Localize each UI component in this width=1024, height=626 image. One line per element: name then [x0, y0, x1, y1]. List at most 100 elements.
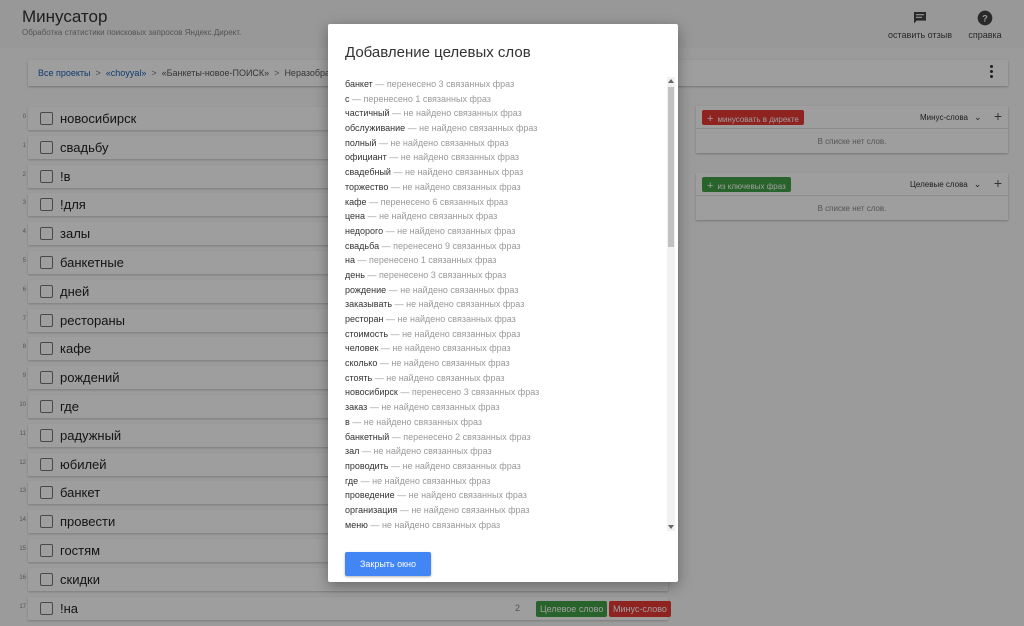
result-word: зал — [345, 446, 360, 457]
result-line: в — не найдено связанных фраз — [345, 415, 665, 430]
results-list[interactable]: банкет — перенесено 3 связанных фраз с — … — [345, 77, 665, 531]
result-dash: — — [389, 108, 404, 119]
result-status: не найдено связанных фраз — [381, 519, 501, 530]
result-status: не найдено связанных фраз — [397, 314, 516, 324]
result-line: торжество — не найдено связанных фраз — [345, 180, 665, 195]
result-line: заказ — не найдено связанных фраз — [345, 400, 665, 415]
result-word: кафе — [345, 196, 367, 207]
result-line: ресторан — не найдено связанных фраз — [345, 312, 665, 327]
result-word: свадебный — [345, 167, 391, 178]
result-status: не найдено связанных фраз — [379, 211, 498, 222]
result-line: зал — не найдено связанных фраз — [345, 444, 665, 459]
result-dash: — — [378, 343, 393, 354]
result-word: обслуживание — [345, 123, 406, 134]
result-status: перенесено 6 связанных фраз — [380, 196, 508, 207]
result-status: не найдено связанных фраз — [408, 490, 527, 501]
result-dash: — — [405, 123, 420, 134]
result-dash: — — [397, 387, 412, 398]
result-status: не найдено связанных фраз — [392, 343, 511, 354]
result-dash: — — [397, 504, 412, 515]
result-word: частичный — [345, 108, 390, 119]
result-word: ресторан — [345, 314, 384, 324]
scroll-down-arrow-icon[interactable] — [668, 525, 674, 529]
result-word: новосибирск — [345, 387, 398, 398]
result-status: перенесено 2 связанных фраз — [403, 431, 531, 442]
result-line: заказывать — не найдено связанных фраз — [345, 297, 665, 312]
result-word: стоять — [345, 372, 373, 383]
result-dash: — — [364, 269, 379, 280]
result-word: недорого — [345, 225, 384, 236]
result-word: проводить — [345, 460, 389, 471]
result-word: стоимость — [345, 328, 389, 339]
result-word: полный — [345, 137, 377, 148]
result-status: не найдено связанных фраз — [400, 284, 519, 295]
add-target-words-dialog: Добавление целевых слов банкет — перенес… — [328, 24, 678, 582]
scrollbar-thumb[interactable] — [668, 87, 674, 247]
result-dash: — — [386, 284, 401, 295]
result-word: заказывать — [345, 299, 393, 310]
result-line: полный — не найдено связанных фраз — [345, 136, 665, 151]
result-status: не найдено связанных фраз — [397, 225, 516, 236]
result-word: торжество — [345, 181, 389, 192]
result-line: новосибирск — перенесено 3 связанных фра… — [345, 385, 665, 400]
result-status: перенесено 3 связанных фраз — [378, 269, 507, 280]
result-status: перенесено 1 связанных фраз — [369, 255, 497, 266]
result-dash: — — [349, 416, 364, 427]
result-dash: — — [366, 196, 381, 207]
result-dash: — — [354, 255, 369, 266]
result-status: не найдено связанных фраз — [372, 475, 491, 486]
result-word: свадьба — [345, 240, 380, 251]
result-status: перенесено 1 связанных фраз — [363, 93, 491, 104]
result-word: сколько — [345, 358, 378, 369]
result-dash: — — [390, 167, 405, 178]
result-line: с — перенесено 1 связанных фраз — [345, 92, 665, 107]
result-line: кафе — перенесено 6 связанных фраз — [345, 195, 665, 210]
result-line: банкетный — перенесено 2 связанных фраз — [345, 430, 665, 445]
result-dash: — — [386, 152, 401, 163]
result-line: свадебный — не найдено связанных фраз — [345, 165, 665, 180]
result-dash: — — [388, 181, 403, 192]
result-line: недорого — не найдено связанных фраз — [345, 224, 665, 239]
result-dash: — — [367, 519, 382, 530]
result-dash: — — [367, 402, 382, 413]
result-dash: — — [372, 372, 387, 383]
result-dash: — — [372, 79, 387, 89]
result-dash: — — [388, 328, 403, 339]
result-word: организация — [345, 504, 398, 515]
result-dash: — — [383, 225, 398, 236]
result-line: частичный — не найдено связанных фраз — [345, 106, 665, 121]
scroll-up-arrow-icon[interactable] — [668, 79, 674, 83]
result-status: перенесено 3 связанных фраз — [386, 79, 515, 89]
result-word: банкетный — [345, 431, 390, 442]
result-word: рождение — [345, 284, 387, 295]
result-line: сколько — не найдено связанных фраз — [345, 356, 665, 371]
result-dash: — — [349, 93, 364, 104]
result-dash: — — [358, 475, 373, 486]
result-word: цена — [345, 211, 366, 222]
result-status: не найдено связанных фраз — [411, 504, 530, 515]
result-line: свадьба — перенесено 9 связанных фраз — [345, 239, 665, 254]
result-status: не найдено связанных фраз — [402, 328, 521, 339]
result-status: не найдено связанных фраз — [400, 152, 519, 163]
result-line: где — не найдено связанных фраз — [345, 474, 665, 489]
result-dash: — — [359, 446, 374, 457]
result-line: стоять — не найдено связанных фраз — [345, 371, 665, 386]
result-dash: — — [388, 460, 403, 471]
result-line: организация — не найдено связанных фраз — [345, 503, 665, 518]
close-dialog-button[interactable]: Закрыть окно — [345, 552, 431, 576]
scrollbar[interactable] — [667, 77, 675, 531]
result-line: меню — не найдено связанных фраз — [345, 518, 665, 531]
result-word: на — [345, 255, 355, 266]
result-word: официант — [345, 152, 387, 163]
result-status: не найдено связанных фраз — [419, 123, 538, 134]
result-dash: — — [383, 314, 398, 324]
result-word: заказ — [345, 402, 368, 413]
result-status: не найдено связанных фраз — [373, 446, 492, 457]
result-word: банкет — [345, 79, 373, 89]
result-status: не найдено связанных фраз — [406, 299, 525, 310]
result-status: не найдено связанных фраз — [403, 108, 522, 119]
result-dash: — — [376, 137, 391, 148]
result-line: рождение — не найдено связанных фраз — [345, 283, 665, 298]
result-line: банкет — перенесено 3 связанных фраз — [345, 77, 665, 92]
result-status: не найдено связанных фраз — [404, 167, 524, 178]
